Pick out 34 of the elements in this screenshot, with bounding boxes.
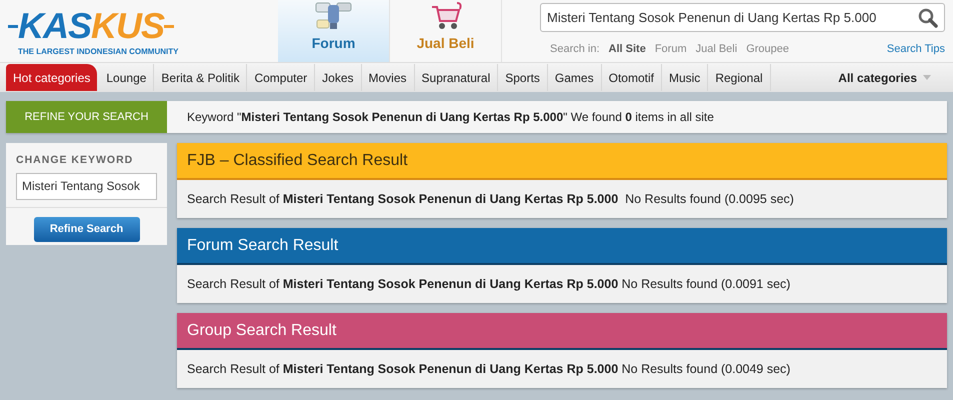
- keyword-field[interactable]: Misteri Tentang Sosok: [16, 172, 157, 200]
- category-link[interactable]: Jokes: [315, 64, 362, 91]
- search-tips-link[interactable]: Search Tips: [886, 41, 945, 58]
- refine-header: REFINE YOUR SEARCH: [6, 101, 167, 133]
- result-message: Search Result of Misteri Tentang Sosok Penenun di Uang Kertas Rp 5.000 No Results found (0.0049 sec): [187, 360, 790, 378]
- caret-icon: [923, 75, 931, 80]
- category-link[interactable]: Berita & Politik: [154, 64, 248, 91]
- refine-search-button[interactable]: Refine Search: [34, 216, 140, 242]
- category-link[interactable]: Hot categories: [6, 64, 98, 91]
- result-header: Forum Search Result: [177, 228, 947, 265]
- category-link[interactable]: Supranatural: [414, 64, 498, 91]
- all-categories-dropdown[interactable]: All categories: [834, 64, 935, 91]
- category-link[interactable]: Movies: [362, 64, 415, 91]
- category-link[interactable]: Games: [548, 64, 602, 91]
- logo-text[interactable]: KASKUS: [18, 8, 164, 44]
- result-header: FJB – Classified Search Result: [177, 143, 947, 180]
- category-link[interactable]: Regional: [708, 64, 771, 91]
- search-in-label: Search in:: [550, 42, 600, 57]
- category-link[interactable]: Music: [662, 64, 708, 91]
- category-link[interactable]: Otomotif: [602, 64, 662, 91]
- category-link[interactable]: Sports: [498, 64, 548, 91]
- search-summary: Keyword "Misteri Tentang Sosok Penenun di Uang Kertas Rp 5.000" We found 0 items in all site: [187, 109, 714, 126]
- search-icon[interactable]: [918, 8, 938, 28]
- change-keyword-heading: CHANGE KEYWORD: [15, 153, 134, 168]
- search-scope[interactable]: All Site: [608, 41, 646, 58]
- result-header: Group Search Result: [177, 313, 947, 350]
- result-message: Search Result of Misteri Tentang Sosok Penenun di Uang Kertas Rp 5.000 No Results found (0.0091 sec): [187, 276, 790, 293]
- chat-bubbles-icon: [314, 1, 352, 31]
- result-message: Search Result of Misteri Tentang Sosok Penenun di Uang Kertas Rp 5.000 No Results found (0.0095 sec): [187, 190, 794, 208]
- nav-tab[interactable]: Forum: [278, 0, 390, 62]
- logo-tagline: THE LARGEST INDONESIAN COMMUNITY: [17, 46, 180, 58]
- category-link[interactable]: Computer: [247, 64, 316, 91]
- category-link[interactable]: Lounge: [99, 64, 154, 91]
- search-field[interactable]: Misteri Tentang Sosok Penenun di Uang Kertas Rp 5.000: [540, 3, 945, 32]
